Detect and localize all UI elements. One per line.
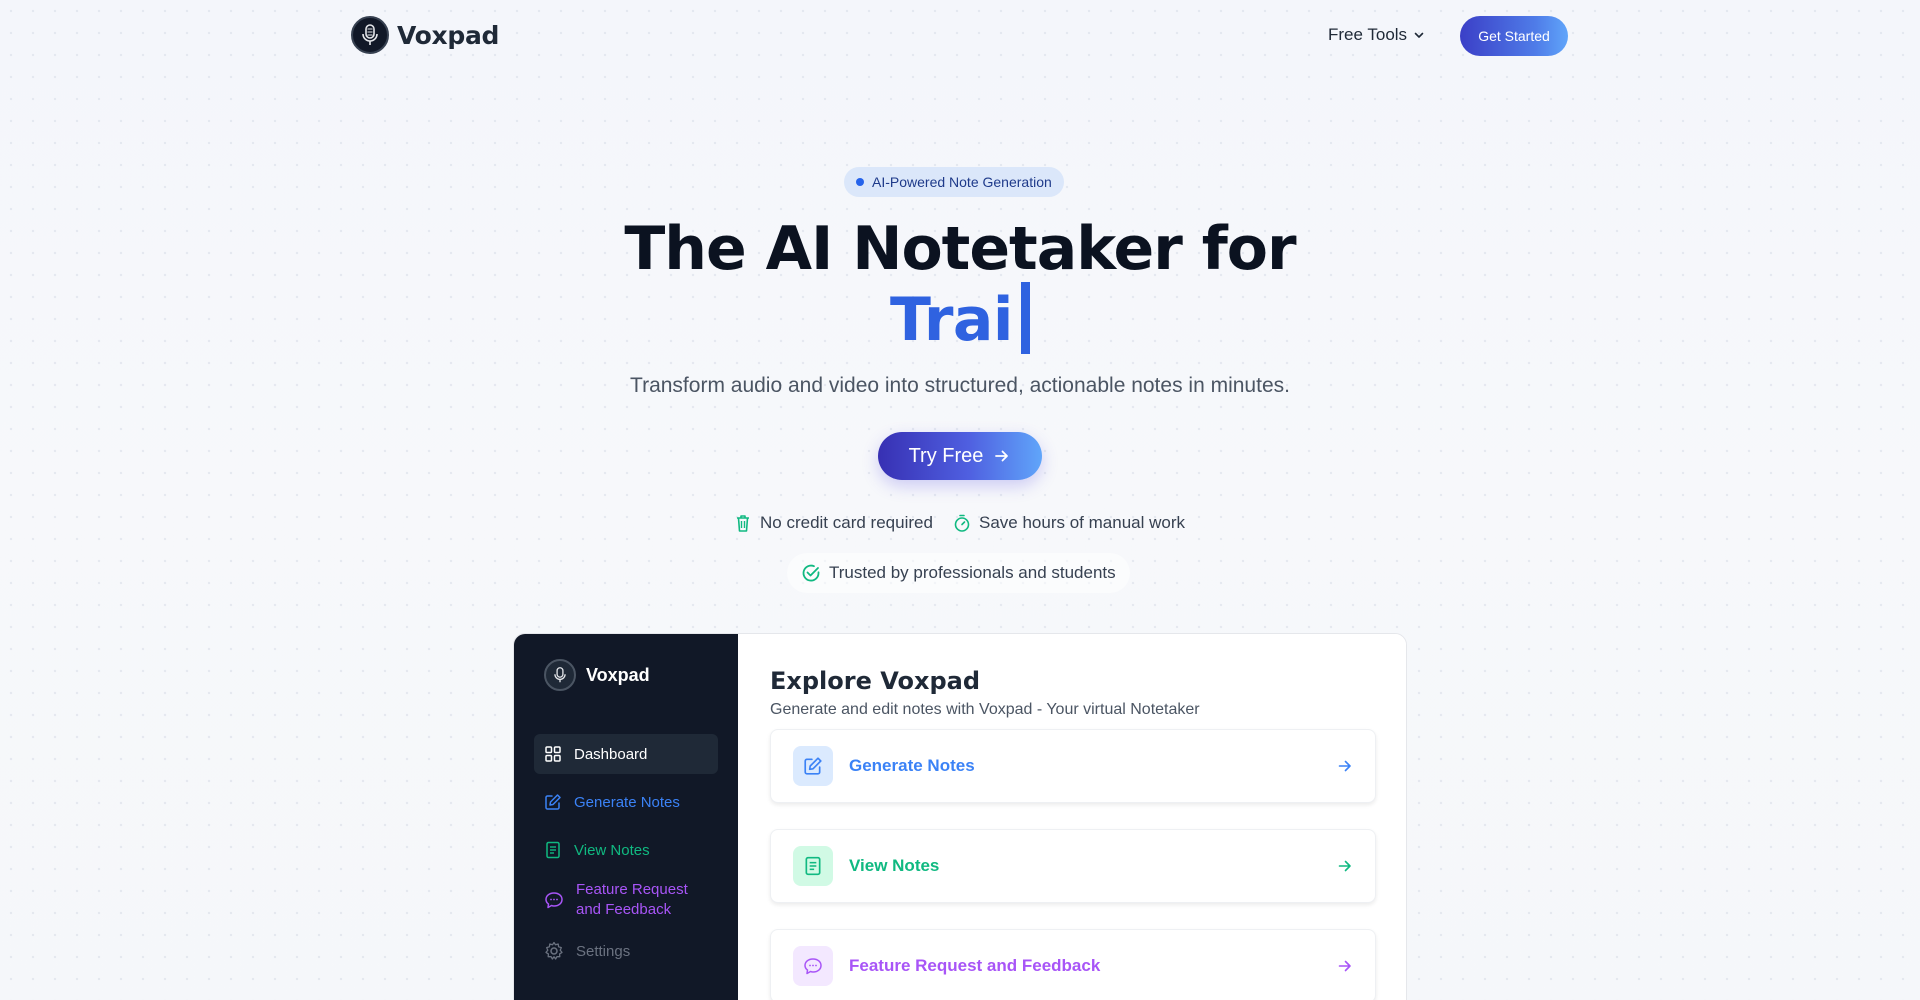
gear-icon [545,941,563,960]
sidebar-item-label: Settings [576,942,631,960]
sidebar-item-settings[interactable]: Settings [534,931,718,971]
sidebar-item-label: Feature Request and Feedback [576,881,688,918]
preview-brand: Voxpad [544,659,650,691]
explore-title: Explore Voxpad [770,667,981,695]
card-feature-request[interactable]: Feature Request and Feedback [770,929,1376,1000]
sidebar-item-label: View Notes [574,841,650,859]
chevron-down-icon [1414,32,1424,38]
card-view-notes[interactable]: View Notes [770,829,1376,903]
feature-no-credit-card: No credit card required [734,513,933,533]
try-free-label: Try Free [908,444,984,467]
feature-label: No credit card required [760,513,933,532]
trusted-badge: Trusted by professionals and students [787,553,1130,593]
chat-bubble-icon [793,946,833,986]
sidebar-item-label: Dashboard [574,745,648,763]
microphone-logo-icon [351,16,389,54]
card-label: Feature Request and Feedback [849,956,1101,975]
hero-typing-line: Trai [0,282,1920,355]
try-free-button[interactable]: Try Free [878,432,1042,480]
badge-label: AI-Powered Note Generation [872,174,1052,190]
sidebar-item-feature-request[interactable]: Feature Request and Feedback [534,878,718,922]
document-icon [546,841,560,859]
microphone-logo-icon [544,659,576,691]
top-navigation: Voxpad Free Tools Get Started [0,0,1920,72]
sidebar-item-dashboard[interactable]: Dashboard [534,734,718,774]
check-circle-icon [802,564,820,582]
badge-dot-icon [856,178,864,186]
app-preview: Voxpad Dashboard Generate Notes View Not… [513,633,1407,1000]
get-started-button[interactable]: Get Started [1460,16,1568,56]
trusted-label: Trusted by professionals and students [829,563,1116,582]
hero-title: The AI Notetaker for [624,214,1296,284]
arrow-right-icon [1337,758,1353,774]
sidebar-item-generate-notes[interactable]: Generate Notes [534,782,718,822]
explore-subtitle: Generate and edit notes with Voxpad - Yo… [770,701,1200,718]
grid-icon [545,746,561,762]
free-tools-label: Free Tools [1328,25,1408,44]
brand-logo-link[interactable]: Voxpad [351,16,499,54]
feature-save-hours: Save hours of manual work [953,513,1185,533]
document-icon [793,846,833,886]
stopwatch-icon [954,514,970,532]
arrow-right-icon [1337,958,1353,974]
preview-sidebar: Voxpad Dashboard Generate Notes View Not… [514,634,738,1000]
preview-brand-name: Voxpad [586,664,650,685]
arrow-right-icon [995,450,1009,462]
hero-subtitle: Transform audio and video into structure… [630,374,1290,397]
ai-badge: AI-Powered Note Generation [844,167,1064,197]
sidebar-item-label: Generate Notes [574,793,680,811]
feature-label: Save hours of manual work [979,513,1185,532]
arrow-right-icon [1337,858,1353,874]
card-label: Generate Notes [849,756,975,775]
edit-icon [793,746,833,786]
card-label: View Notes [849,856,940,875]
preview-main: Explore Voxpad Generate and edit notes w… [738,634,1406,1000]
sidebar-item-view-notes[interactable]: View Notes [534,830,718,870]
typing-text: Trai [890,285,1013,355]
edit-icon [545,794,561,810]
free-tools-dropdown[interactable]: Free Tools [1328,25,1425,45]
brand-name: Voxpad [397,20,500,50]
chat-bubble-icon [545,892,563,909]
text-cursor-icon [1020,282,1030,354]
trash-icon [737,515,749,532]
card-generate-notes[interactable]: Generate Notes [770,729,1376,803]
